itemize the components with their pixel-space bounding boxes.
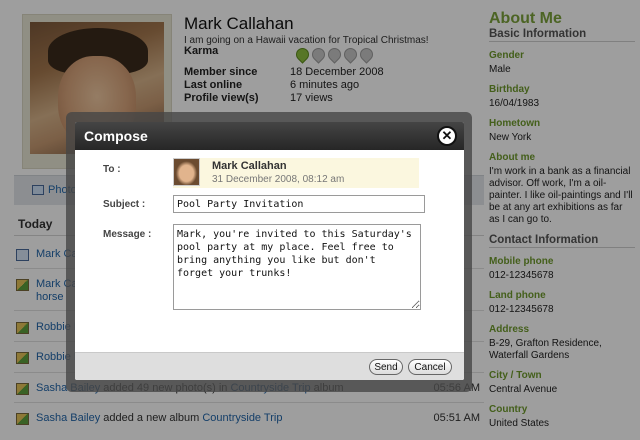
cancel-button[interactable]: Cancel bbox=[408, 359, 452, 375]
subject-input[interactable] bbox=[173, 195, 425, 213]
send-button[interactable]: Send bbox=[369, 359, 403, 375]
avatar bbox=[173, 158, 200, 186]
dialog-header: Compose ✕ bbox=[75, 122, 464, 150]
close-icon[interactable]: ✕ bbox=[437, 126, 457, 146]
recipient-date: 31 December 2008, 08:12 am bbox=[212, 174, 345, 185]
recipient-box: Mark Callahan 31 December 2008, 08:12 am bbox=[173, 158, 419, 188]
compose-dialog: Compose ✕ To : Mark Callahan 31 December… bbox=[75, 122, 464, 380]
subject-label: Subject : bbox=[103, 199, 146, 210]
dialog-footer: Send Cancel bbox=[75, 352, 464, 380]
message-label: Message : bbox=[103, 229, 152, 240]
recipient-name: Mark Callahan bbox=[212, 160, 287, 172]
dialog-body: To : Mark Callahan 31 December 2008, 08:… bbox=[75, 150, 464, 352]
profile-page: Mark Callahan I am going on a Hawaii vac… bbox=[0, 0, 640, 440]
dialog-title: Compose bbox=[84, 128, 148, 144]
to-label: To : bbox=[103, 164, 121, 175]
message-textarea[interactable]: Mark, you're invited to this Saturday's … bbox=[173, 224, 421, 310]
